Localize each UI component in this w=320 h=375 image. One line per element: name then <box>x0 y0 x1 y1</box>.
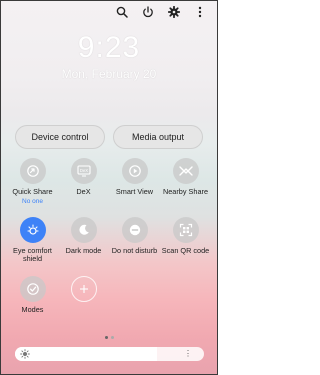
quick-share-icon <box>19 158 46 184</box>
tile-label: Smart View <box>115 187 154 196</box>
page-dot-active <box>104 336 108 339</box>
search-icon[interactable] <box>115 5 129 19</box>
nearby-share-icon <box>172 158 199 184</box>
quick-panel: 9:23 Mon, February 20 Device control Med… <box>0 0 218 375</box>
more-vertical-icon[interactable] <box>193 5 207 19</box>
tile-label: DeX <box>76 187 91 196</box>
tile-modes[interactable]: Modes <box>7 276 58 314</box>
svg-text:DeX: DeX <box>79 168 87 173</box>
tile-sublabel: No one <box>22 198 43 206</box>
clock-date: Mon, February 20 <box>61 67 157 81</box>
power-icon[interactable] <box>141 5 155 19</box>
tile-label: Dark mode <box>65 246 102 255</box>
qr-scan-icon <box>172 217 199 243</box>
quick-settings-row-3: Modes <box>7 276 211 314</box>
modes-icon <box>19 276 46 302</box>
gear-icon[interactable] <box>167 5 181 19</box>
moon-icon <box>70 217 97 243</box>
brightness-slider[interactable]: ⋮ <box>15 347 204 361</box>
brightness-fill <box>15 347 157 361</box>
smart-view-icon <box>121 158 148 184</box>
tile-do-not-disturb[interactable]: Do not disturb <box>109 217 160 264</box>
tile-quick-share[interactable]: Quick Share No one <box>7 158 58 205</box>
brightness-more-icon[interactable]: ⋮ <box>184 349 192 359</box>
tile-label: Modes <box>21 305 44 314</box>
add-icon <box>70 276 97 302</box>
panel-buttons: Device control Media output <box>15 125 203 149</box>
media-output-button[interactable]: Media output <box>113 125 203 149</box>
tile-label: Do not disturb <box>111 246 158 255</box>
page-indicator <box>1 336 217 339</box>
device-control-button[interactable]: Device control <box>15 125 105 149</box>
add-tile-button[interactable] <box>58 276 109 314</box>
clock-time: 9:23 <box>77 31 141 64</box>
tile-smart-view[interactable]: Smart View <box>109 158 160 205</box>
sun-icon <box>20 349 30 359</box>
do-not-disturb-icon <box>121 217 148 243</box>
tile-label: Quick Share <box>12 187 53 196</box>
tile-dex[interactable]: DeX DeX <box>58 158 109 205</box>
tile-label: Eye comfort shield <box>13 246 52 264</box>
tile-label: Nearby Share <box>162 187 209 196</box>
tile-label: Scan QR code <box>161 246 210 255</box>
quick-panel-toolbar <box>115 5 207 19</box>
tile-scan-qr-code[interactable]: Scan QR code <box>160 217 211 264</box>
quick-settings-row-2: Eye comfort shield Dark mode Do not dist… <box>7 217 211 264</box>
page-dot <box>110 336 114 339</box>
tile-eye-comfort-shield[interactable]: Eye comfort shield <box>7 217 58 264</box>
quick-settings-row-1: Quick Share No one DeX DeX Smart View Ne… <box>7 158 211 205</box>
dex-icon: DeX <box>70 158 97 184</box>
eye-comfort-icon <box>19 217 46 243</box>
tile-dark-mode[interactable]: Dark mode <box>58 217 109 264</box>
tile-nearby-share[interactable]: Nearby Share <box>160 158 211 205</box>
